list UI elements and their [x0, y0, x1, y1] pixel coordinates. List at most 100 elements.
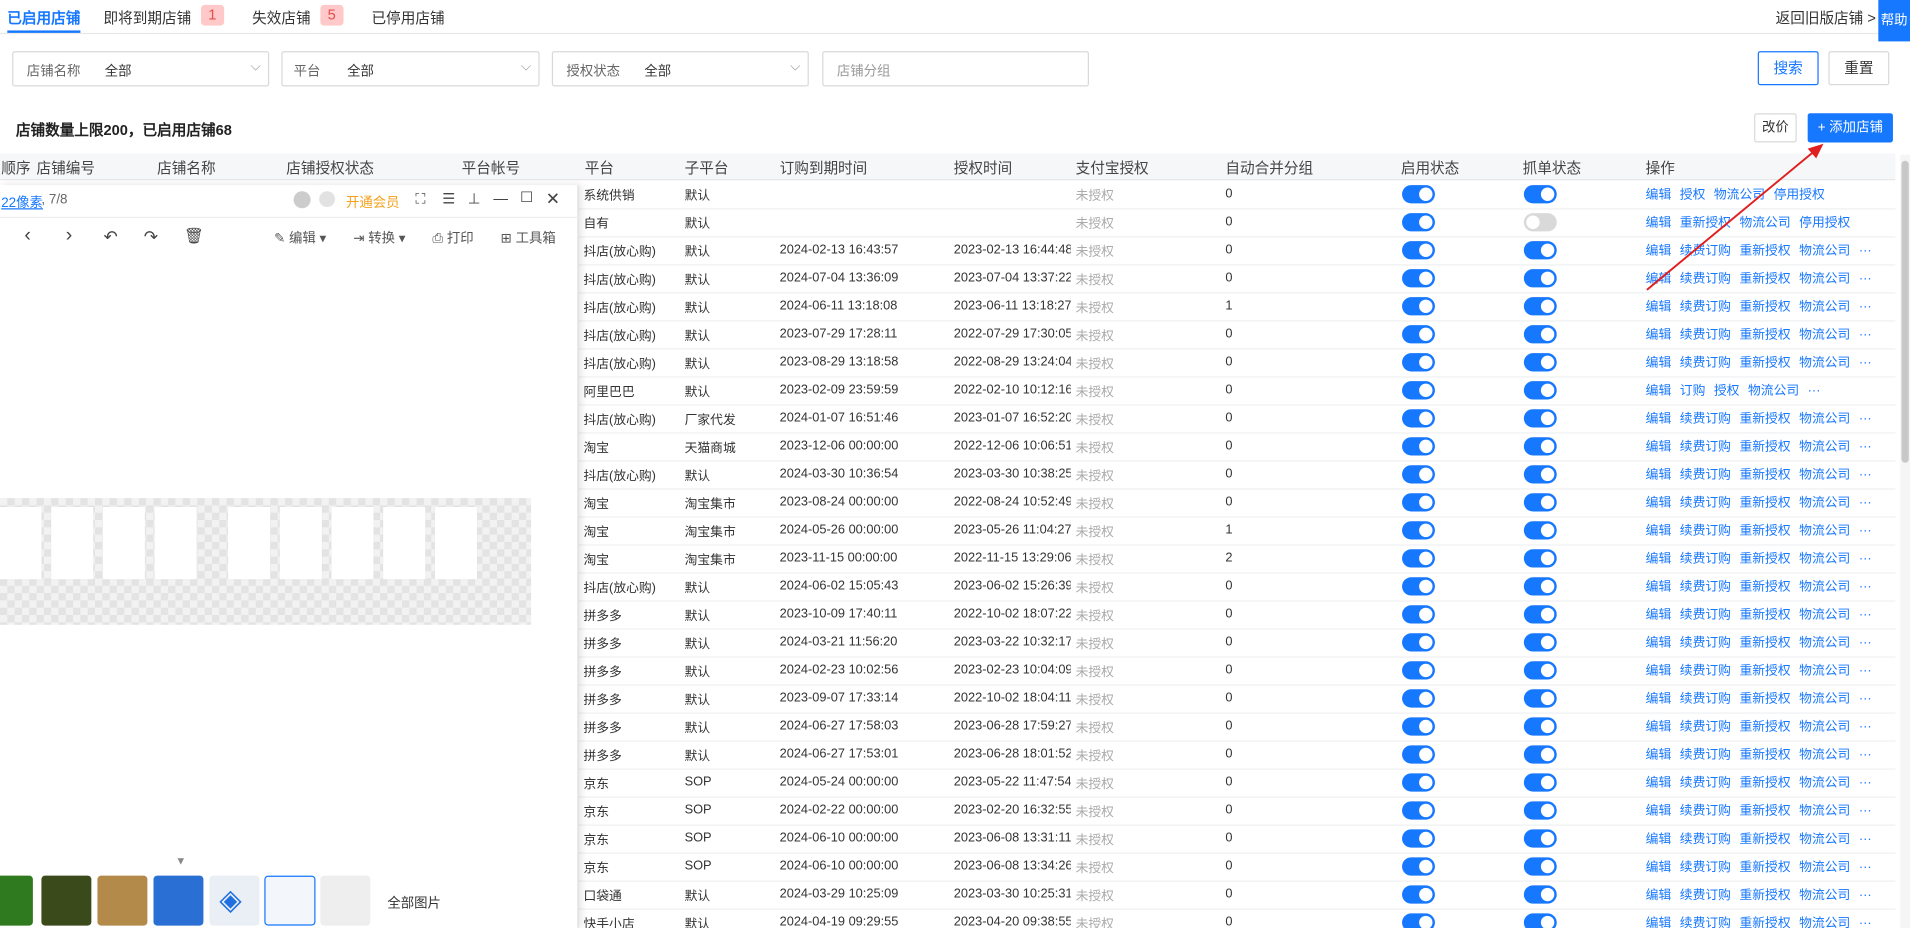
grab-order-toggle[interactable] [1523, 493, 1557, 512]
thumbnail-image[interactable] [320, 875, 371, 926]
action-link[interactable]: 续费订购 [1680, 720, 1731, 735]
more-actions-link[interactable]: ··· [1859, 272, 1872, 287]
action-link[interactable]: 续费订购 [1680, 804, 1731, 819]
action-link[interactable]: 物流公司 [1799, 356, 1850, 371]
grab-order-toggle[interactable] [1523, 717, 1557, 736]
action-link[interactable]: 重新授权 [1739, 524, 1790, 539]
action-link[interactable]: 物流公司 [1799, 412, 1850, 427]
action-link[interactable]: 编辑 [1646, 468, 1672, 483]
action-link[interactable]: 重新授权 [1739, 608, 1790, 623]
grab-order-toggle[interactable] [1523, 633, 1557, 652]
enabled-toggle[interactable] [1402, 521, 1435, 540]
tab-expiring-shops[interactable]: 即将到期店铺 [104, 7, 192, 28]
action-link[interactable]: 编辑 [1646, 608, 1672, 623]
action-link[interactable]: 订购 [1680, 384, 1706, 399]
action-link[interactable]: 续费订购 [1680, 356, 1731, 371]
enabled-toggle[interactable] [1402, 801, 1435, 820]
grab-order-toggle[interactable] [1523, 605, 1557, 624]
help-button[interactable]: 帮助 [1878, 0, 1910, 42]
action-link[interactable]: 物流公司 [1799, 636, 1850, 651]
more-actions-link[interactable]: ··· [1859, 916, 1872, 928]
action-link[interactable]: 物流公司 [1799, 440, 1850, 455]
enabled-toggle[interactable] [1402, 241, 1435, 260]
rotate-right-icon[interactable]: ↷ [144, 227, 158, 248]
thumbnail-image[interactable]: ◈ [209, 875, 260, 926]
more-actions-link[interactable]: ··· [1859, 356, 1872, 371]
action-link[interactable]: 重新授权 [1739, 916, 1790, 928]
action-link[interactable]: 续费订购 [1680, 888, 1731, 903]
action-link[interactable]: 重新授权 [1739, 832, 1790, 847]
more-actions-link[interactable]: ··· [1859, 468, 1872, 483]
image-info-link[interactable]: 22像素 [1, 192, 43, 211]
fullscreen-icon[interactable]: ⛶ [415, 190, 425, 208]
grab-order-toggle[interactable] [1523, 521, 1557, 540]
action-link[interactable]: 续费订购 [1680, 748, 1731, 763]
action-link[interactable]: 编辑 [1646, 832, 1672, 847]
shop-name-select[interactable]: 店铺名称 全部 ⌵ [12, 51, 270, 87]
action-link[interactable]: 授权 [1714, 384, 1740, 399]
enabled-toggle[interactable] [1402, 465, 1435, 484]
reset-button[interactable]: 重置 [1828, 51, 1890, 86]
action-link[interactable]: 编辑 [1646, 356, 1672, 371]
action-link[interactable]: 物流公司 [1799, 328, 1850, 343]
action-link[interactable]: 物流公司 [1799, 804, 1850, 819]
action-link[interactable]: 重新授权 [1739, 748, 1790, 763]
action-link[interactable]: 续费订购 [1680, 608, 1731, 623]
enabled-toggle[interactable] [1402, 269, 1435, 288]
action-link[interactable]: 重新授权 [1739, 860, 1790, 875]
grab-order-toggle[interactable] [1523, 185, 1557, 204]
action-link[interactable]: 编辑 [1646, 300, 1672, 315]
grab-order-toggle[interactable] [1523, 465, 1557, 484]
more-actions-link[interactable]: ··· [1859, 692, 1872, 707]
action-link[interactable]: 重新授权 [1739, 888, 1790, 903]
more-actions-link[interactable]: ··· [1859, 860, 1872, 875]
action-link[interactable]: 物流公司 [1799, 524, 1850, 539]
action-link[interactable]: 重新授权 [1739, 552, 1790, 567]
more-actions-link[interactable]: ··· [1859, 832, 1872, 847]
action-link[interactable]: 续费订购 [1680, 300, 1731, 315]
more-actions-link[interactable]: ··· [1859, 496, 1872, 511]
grab-order-toggle[interactable] [1523, 297, 1557, 316]
grab-order-toggle[interactable] [1523, 829, 1557, 848]
action-link[interactable]: 物流公司 [1799, 468, 1850, 483]
enabled-toggle[interactable] [1402, 381, 1435, 400]
action-link[interactable]: 物流公司 [1799, 580, 1850, 595]
action-link[interactable]: 编辑 [1646, 692, 1672, 707]
grab-order-toggle[interactable] [1523, 661, 1557, 680]
action-link[interactable]: 编辑 [1646, 328, 1672, 343]
action-link[interactable]: 重新授权 [1739, 468, 1790, 483]
action-link[interactable]: 续费订购 [1680, 580, 1731, 595]
more-actions-link[interactable]: ··· [1859, 608, 1872, 623]
action-link[interactable]: 重新授权 [1739, 776, 1790, 791]
action-link[interactable]: 续费订购 [1680, 916, 1731, 928]
thumbnail-image[interactable] [97, 875, 148, 926]
enabled-toggle[interactable] [1402, 185, 1435, 204]
enabled-toggle[interactable] [1402, 773, 1435, 792]
edit-tool[interactable]: ✎ 编辑 ▾ [274, 228, 326, 247]
action-link[interactable]: 物流公司 [1799, 860, 1850, 875]
delete-icon[interactable]: 🗑 [184, 227, 204, 246]
more-actions-link[interactable]: ··· [1859, 412, 1872, 427]
enabled-toggle[interactable] [1402, 661, 1435, 680]
enabled-toggle[interactable] [1402, 409, 1435, 428]
action-link[interactable]: 物流公司 [1799, 748, 1850, 763]
more-actions-link[interactable]: ··· [1859, 804, 1872, 819]
grab-order-toggle[interactable] [1523, 745, 1557, 764]
action-link[interactable]: 物流公司 [1799, 888, 1850, 903]
thumbnail-image[interactable] [41, 875, 92, 926]
action-link[interactable]: 物流公司 [1799, 496, 1850, 511]
close-icon[interactable]: ✕ [546, 189, 560, 210]
enabled-toggle[interactable] [1402, 689, 1435, 708]
grab-order-toggle[interactable] [1523, 409, 1557, 428]
all-images-button[interactable]: 全部图片 [387, 893, 441, 912]
action-link[interactable]: 物流公司 [1799, 916, 1850, 928]
more-actions-link[interactable]: ··· [1859, 748, 1872, 763]
action-link[interactable]: 编辑 [1646, 804, 1672, 819]
grab-order-toggle[interactable] [1523, 241, 1557, 260]
action-link[interactable]: 续费订购 [1680, 832, 1731, 847]
action-link[interactable]: 物流公司 [1799, 692, 1850, 707]
more-actions-link[interactable]: ··· [1859, 888, 1872, 903]
action-link[interactable]: 编辑 [1646, 580, 1672, 595]
shop-group-input[interactable]: 店铺分组 [822, 51, 1089, 87]
grab-order-toggle[interactable] [1523, 269, 1557, 288]
